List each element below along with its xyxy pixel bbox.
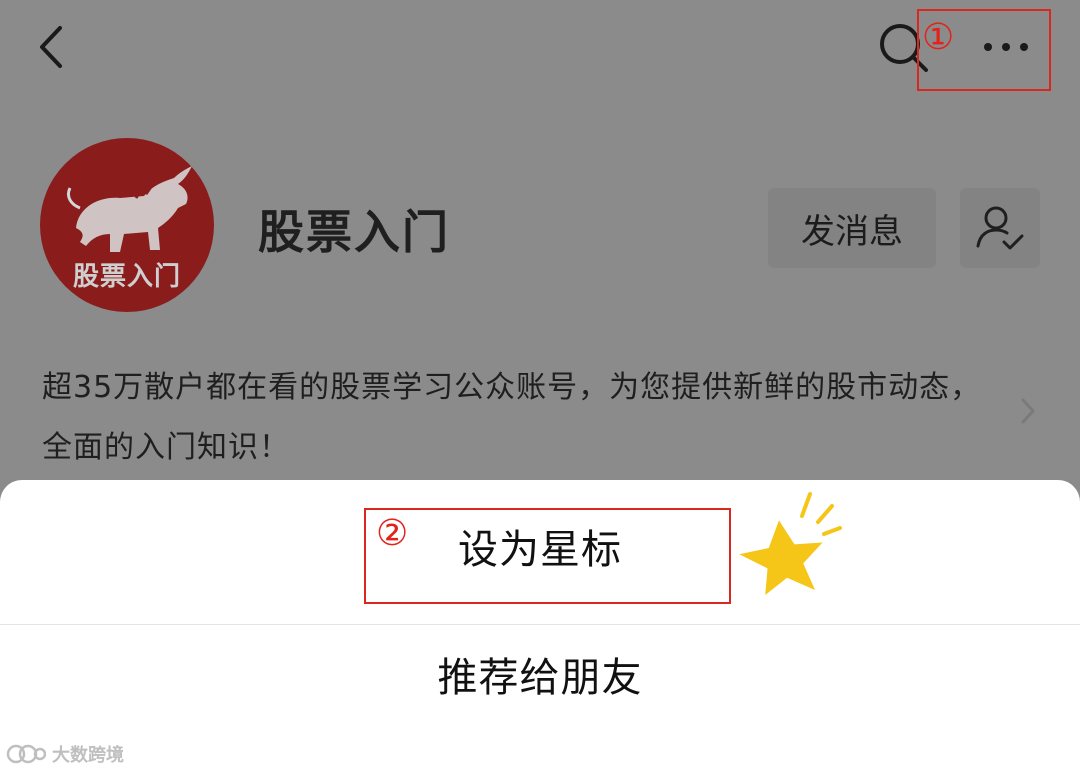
account-name: 股票入门 xyxy=(258,205,450,259)
chevron-left-icon xyxy=(40,26,62,68)
annotation-step-1: ① xyxy=(922,17,955,58)
star-icon xyxy=(736,490,846,602)
account-profile-page: ① 股票入门 股票入门 发消息 超35万散户都在看的股票学习公众账号，为您提供新… xyxy=(0,0,1080,774)
avatar[interactable]: 股票入门 xyxy=(40,138,214,312)
sheet-divider xyxy=(0,624,1080,625)
recommend-to-friend-label: 推荐给朋友 xyxy=(437,655,643,701)
following-button[interactable] xyxy=(960,188,1040,268)
watermark-logo-icon xyxy=(6,744,46,764)
annotation-box-step-2 xyxy=(364,508,731,604)
watermark-text: 大数跨境 xyxy=(52,745,124,766)
description-chevron-right-icon xyxy=(1018,396,1038,426)
account-description[interactable]: 超35万散户都在看的股票学习公众账号，为您提供新鲜的股市动态，全面的入门知识！ xyxy=(42,358,1002,478)
send-message-button[interactable]: 发消息 xyxy=(768,188,936,268)
watermark: 大数跨境 xyxy=(6,740,124,768)
back-button[interactable] xyxy=(30,22,74,72)
user-check-icon xyxy=(976,206,1024,250)
avatar-label: 股票入门 xyxy=(72,262,181,292)
annotation-step-2: ② xyxy=(376,513,409,554)
recommend-to-friend-button[interactable]: 推荐给朋友 xyxy=(0,646,1080,756)
send-message-label: 发消息 xyxy=(801,211,903,252)
